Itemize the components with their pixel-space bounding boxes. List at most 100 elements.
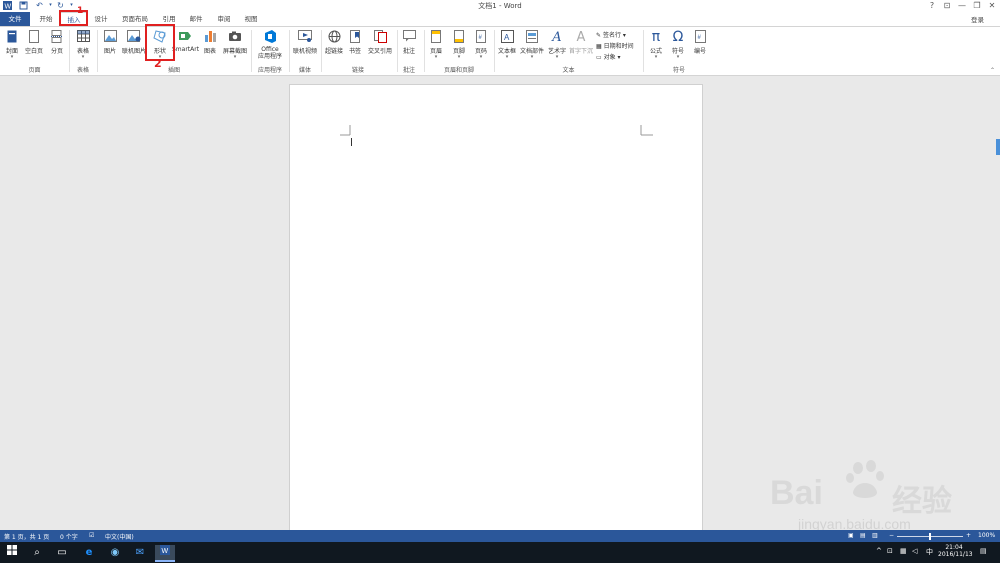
- word-count[interactable]: 0 个字: [60, 532, 78, 541]
- minimize-button[interactable]: —: [955, 0, 969, 12]
- task-view-icon[interactable]: ▭: [52, 545, 72, 560]
- camera-icon: [221, 30, 249, 45]
- network-icon[interactable]: ▦: [900, 547, 907, 555]
- omega-icon: Ω: [672, 29, 684, 45]
- tab-file[interactable]: 文件: [0, 12, 30, 26]
- separator: [69, 30, 70, 72]
- zoom-slider-handle[interactable]: [929, 533, 931, 540]
- chevron-down-icon: ▾: [434, 54, 438, 60]
- page-number-button[interactable]: # 页码 ▾: [472, 30, 490, 60]
- clock[interactable]: 21:04 2016/11/13: [938, 544, 973, 558]
- notifications-icon[interactable]: ▤: [980, 547, 987, 555]
- search-icon[interactable]: ⌕: [27, 545, 47, 560]
- restore-button[interactable]: ❐: [970, 0, 984, 12]
- online-video-button[interactable]: 联机视频: [291, 30, 319, 55]
- help-button[interactable]: ?: [925, 0, 939, 12]
- office-apps-button[interactable]: Office 应用程序: [253, 30, 287, 60]
- quick-parts-button[interactable]: 文档部件 ▾: [519, 30, 545, 60]
- browser-app-icon[interactable]: ◉: [105, 545, 125, 560]
- tab-mailings[interactable]: 邮件: [183, 12, 209, 26]
- table-button[interactable]: 表格 ▾: [73, 30, 93, 60]
- separator: [494, 30, 495, 72]
- tab-home[interactable]: 开始: [33, 12, 59, 26]
- separator: [643, 30, 644, 72]
- separator: [424, 30, 425, 72]
- group-label-tables: 表格: [76, 67, 89, 74]
- drop-cap-button[interactable]: A 首字下沉: [568, 30, 594, 55]
- footer-icon: [450, 30, 468, 45]
- smartart-label: SmartArt: [172, 46, 200, 53]
- language-indicator[interactable]: 中文(中国): [105, 532, 134, 541]
- mail-app-icon[interactable]: ✉: [130, 545, 150, 560]
- close-button[interactable]: ✕: [985, 0, 999, 12]
- volume-icon[interactable]: ◁: [912, 547, 917, 555]
- scroll-indicator[interactable]: [996, 139, 1000, 155]
- text-box-button[interactable]: A 文本框 ▾: [496, 30, 518, 60]
- print-layout-icon[interactable]: ▤: [860, 532, 866, 539]
- zoom-out-icon[interactable]: −: [889, 532, 894, 539]
- document-page[interactable]: [289, 84, 703, 532]
- show-hidden-icons[interactable]: ^: [876, 547, 882, 555]
- pi-icon: π: [651, 29, 661, 45]
- input-method-indicator[interactable]: 中: [926, 547, 933, 557]
- chart-button[interactable]: 图表: [201, 30, 219, 55]
- tab-review[interactable]: 审阅: [211, 12, 237, 26]
- online-picture-button[interactable]: 联机图片: [121, 30, 147, 55]
- zoom-in-icon[interactable]: +: [966, 532, 971, 539]
- web-layout-icon[interactable]: ▥: [872, 532, 878, 539]
- chevron-down-icon: ▾: [505, 54, 509, 60]
- cover-page-button[interactable]: 封面 ▾: [2, 30, 22, 60]
- page-break-button[interactable]: 分页: [47, 30, 67, 55]
- picture-icon: [100, 30, 120, 45]
- wordart-icon: A: [552, 30, 562, 45]
- date-time-button[interactable]: ▦ 日期和时间: [596, 41, 634, 50]
- collapse-ribbon-icon[interactable]: ⌃: [990, 67, 995, 74]
- symbol-button[interactable]: Ω 符号 ▾: [668, 30, 688, 60]
- object-button[interactable]: ▭ 对象 ▾: [596, 52, 621, 61]
- proofing-icon[interactable]: ☑: [89, 532, 94, 539]
- clock-date: 2016/11/13: [938, 551, 973, 558]
- group-label-links: 链接: [351, 67, 364, 74]
- equation-button[interactable]: π 公式 ▾: [646, 30, 666, 60]
- chevron-down-icon: ▾: [530, 54, 534, 60]
- tab-design[interactable]: 设计: [88, 12, 114, 26]
- page-count[interactable]: 第 1 页，共 1 页: [4, 532, 49, 541]
- page-break-label: 分页: [50, 48, 63, 55]
- edge-browser-icon[interactable]: e: [79, 545, 99, 560]
- svg-text:W: W: [162, 548, 169, 555]
- read-mode-icon[interactable]: ▣: [848, 532, 854, 539]
- header-button[interactable]: 页眉 ▾: [427, 30, 445, 60]
- zoom-level[interactable]: 100%: [978, 532, 995, 539]
- wordart-button[interactable]: A 艺术字 ▾: [546, 30, 568, 60]
- signature-line-button[interactable]: ✎ 签名行 ▾: [596, 30, 626, 39]
- bookmark-icon: [346, 30, 364, 45]
- new-comment-button[interactable]: 批注: [399, 30, 419, 55]
- smartart-button[interactable]: SmartArt: [172, 30, 199, 53]
- sign-in-link[interactable]: 登录: [971, 14, 984, 24]
- office-store-icon: [253, 30, 287, 45]
- object-label: 对象: [603, 54, 616, 61]
- tab-view[interactable]: 视图: [238, 12, 264, 26]
- screenshot-button[interactable]: 屏幕截图 ▾: [221, 30, 249, 60]
- group-label-symbols: 符号: [672, 67, 685, 74]
- date-time-label: 日期和时间: [603, 43, 634, 50]
- office-apps-label: 应用程序: [257, 53, 282, 60]
- blank-page-button[interactable]: 空白页: [23, 30, 45, 55]
- online-video-icon: [291, 30, 319, 45]
- picture-button[interactable]: 图片: [100, 30, 120, 55]
- signature-line-label: 签名行: [602, 32, 621, 39]
- hyperlink-button[interactable]: 超链接: [323, 30, 345, 55]
- bookmark-button[interactable]: 书签: [346, 30, 364, 55]
- chevron-down-icon: ▾: [233, 54, 237, 60]
- object-icon: ▭: [596, 54, 602, 61]
- group-label-media: 媒体: [298, 67, 311, 74]
- numbering-button[interactable]: # 编号: [690, 30, 710, 55]
- online-picture-icon: [121, 30, 147, 45]
- windows-start-icon[interactable]: [2, 545, 22, 560]
- blank-page-icon: [23, 30, 45, 45]
- word-taskbar-icon[interactable]: W: [155, 545, 175, 562]
- tray-app-icon[interactable]: ⊡: [887, 547, 893, 555]
- ribbon-display-options-button[interactable]: ⊡: [940, 0, 954, 12]
- cross-reference-button[interactable]: 交叉引用: [366, 30, 394, 55]
- footer-button[interactable]: 页脚 ▾: [450, 30, 468, 60]
